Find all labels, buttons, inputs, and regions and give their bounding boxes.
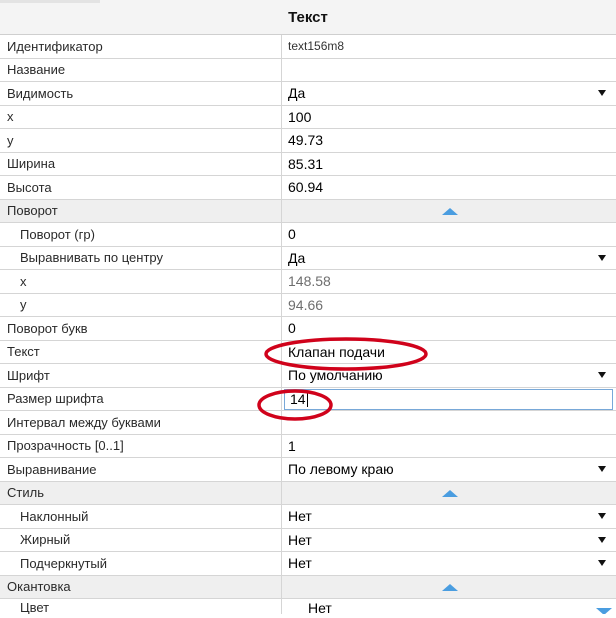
height-field[interactable]: 60.94	[283, 176, 616, 199]
section-style[interactable]: Стиль	[0, 481, 616, 505]
center-x-value: 148.58	[288, 273, 331, 290]
prop-label: Текст	[0, 340, 282, 363]
dropdown-arrow-icon[interactable]	[598, 372, 606, 379]
prop-label: Жирный	[0, 528, 282, 551]
prop-row-font-size: Размер шрифта 14	[0, 387, 616, 411]
prop-label: Видимость	[0, 82, 282, 105]
text-caret	[306, 391, 308, 407]
letter-rotation-field[interactable]: 0	[283, 317, 616, 340]
prop-label: Выравнивать по центру	[0, 246, 282, 269]
x-field[interactable]: 100	[283, 106, 616, 129]
prop-row-bold: Жирный Нет	[0, 528, 616, 552]
section-label: Окантовка	[0, 575, 282, 598]
text-field[interactable]: Клапан подачи	[283, 341, 616, 364]
prop-label: Высота	[0, 176, 282, 199]
prop-row-opacity: Прозрачность [0..1] 1	[0, 434, 616, 458]
font-select[interactable]: По умолчанию	[283, 364, 616, 387]
bold-select[interactable]: Нет	[283, 529, 616, 552]
prop-label: Название	[0, 58, 282, 81]
prop-label: Цвет	[0, 599, 282, 614]
visibility-select[interactable]: Да	[283, 82, 616, 105]
dropdown-arrow-icon[interactable]	[598, 466, 606, 473]
collapse-up-icon[interactable]	[442, 207, 458, 215]
section-outline[interactable]: Окантовка	[0, 575, 616, 599]
dropdown-arrow-icon[interactable]	[598, 90, 606, 97]
prop-label: Наклонный	[0, 505, 282, 528]
prop-row-height: Высота 60.94	[0, 176, 616, 200]
panel-header: Текст	[0, 0, 616, 35]
property-grid: Идентификатор text156m8 Название Видимос…	[0, 35, 616, 614]
alignment-select[interactable]: По левому краю	[283, 458, 616, 481]
center-align-select[interactable]: Да	[283, 247, 616, 270]
color-value: Нет	[308, 600, 332, 614]
prop-label: x	[0, 270, 282, 293]
header-tab-strip	[0, 0, 100, 3]
underline-select[interactable]: Нет	[283, 552, 616, 575]
prop-row-center-align: Выравнивать по центру Да	[0, 246, 616, 270]
italic-select[interactable]: Нет	[283, 505, 616, 528]
prop-row-identifier: Идентификатор text156m8	[0, 35, 616, 59]
prop-label: Шрифт	[0, 364, 282, 387]
prop-label: y	[0, 129, 282, 152]
scroll-down-icon[interactable]	[596, 608, 612, 614]
prop-row-font: Шрифт По умолчанию	[0, 364, 616, 388]
prop-label: Идентификатор	[0, 35, 282, 58]
prop-label: Прозрачность [0..1]	[0, 434, 282, 457]
prop-row-alignment: Выравнивание По левому краю	[0, 458, 616, 482]
prop-row-visibility: Видимость Да	[0, 82, 616, 106]
prop-label: Подчеркнутый	[0, 552, 282, 575]
prop-row-underline: Подчеркнутый Нет	[0, 552, 616, 576]
prop-row-letter-rotation: Поворот букв 0	[0, 317, 616, 341]
y-field[interactable]: 49.73	[283, 129, 616, 152]
width-field[interactable]: 85.31	[283, 153, 616, 176]
prop-row-text: Текст Клапан подачи	[0, 340, 616, 364]
prop-label: Размер шрифта	[0, 387, 282, 410]
collapse-up-icon[interactable]	[442, 489, 458, 497]
section-label: Поворот	[0, 199, 282, 222]
prop-label: Выравнивание	[0, 458, 282, 481]
dropdown-arrow-icon[interactable]	[598, 536, 606, 543]
prop-row-name: Название	[0, 58, 616, 82]
opacity-field[interactable]: 1	[283, 435, 616, 458]
prop-label: Интервал между буквами	[0, 411, 282, 434]
section-rotation[interactable]: Поворот	[0, 199, 616, 223]
dropdown-arrow-icon[interactable]	[598, 254, 606, 261]
prop-row-center-x: x 148.58	[0, 270, 616, 294]
prop-row-letter-spacing: Интервал между буквами	[0, 411, 616, 435]
name-field[interactable]	[283, 59, 616, 82]
prop-row-y: y 49.73	[0, 129, 616, 153]
prop-label: x	[0, 105, 282, 128]
prop-label: y	[0, 293, 282, 316]
identifier-field[interactable]: text156m8	[283, 35, 616, 58]
font-size-value: 14	[290, 391, 306, 407]
rotation-deg-field[interactable]: 0	[283, 223, 616, 246]
prop-label: Поворот (гр)	[0, 223, 282, 246]
dropdown-arrow-icon[interactable]	[598, 560, 606, 567]
prop-row-width: Ширина 85.31	[0, 152, 616, 176]
prop-label: Ширина	[0, 152, 282, 175]
font-size-input[interactable]: 14	[284, 388, 613, 410]
prop-row-color: Цвет Нет	[0, 599, 616, 614]
collapse-up-icon[interactable]	[442, 583, 458, 591]
letter-spacing-field[interactable]	[283, 411, 616, 434]
prop-label: Поворот букв	[0, 317, 282, 340]
panel-title: Текст	[288, 8, 328, 26]
prop-row-rotation-deg: Поворот (гр) 0	[0, 223, 616, 247]
prop-row-x: x 100	[0, 105, 616, 129]
prop-row-italic: Наклонный Нет	[0, 505, 616, 529]
center-y-value: 94.66	[288, 296, 324, 313]
section-label: Стиль	[0, 481, 282, 504]
color-select[interactable]: Нет	[283, 599, 616, 614]
prop-row-center-y: y 94.66	[0, 293, 616, 317]
dropdown-arrow-icon[interactable]	[598, 513, 606, 520]
